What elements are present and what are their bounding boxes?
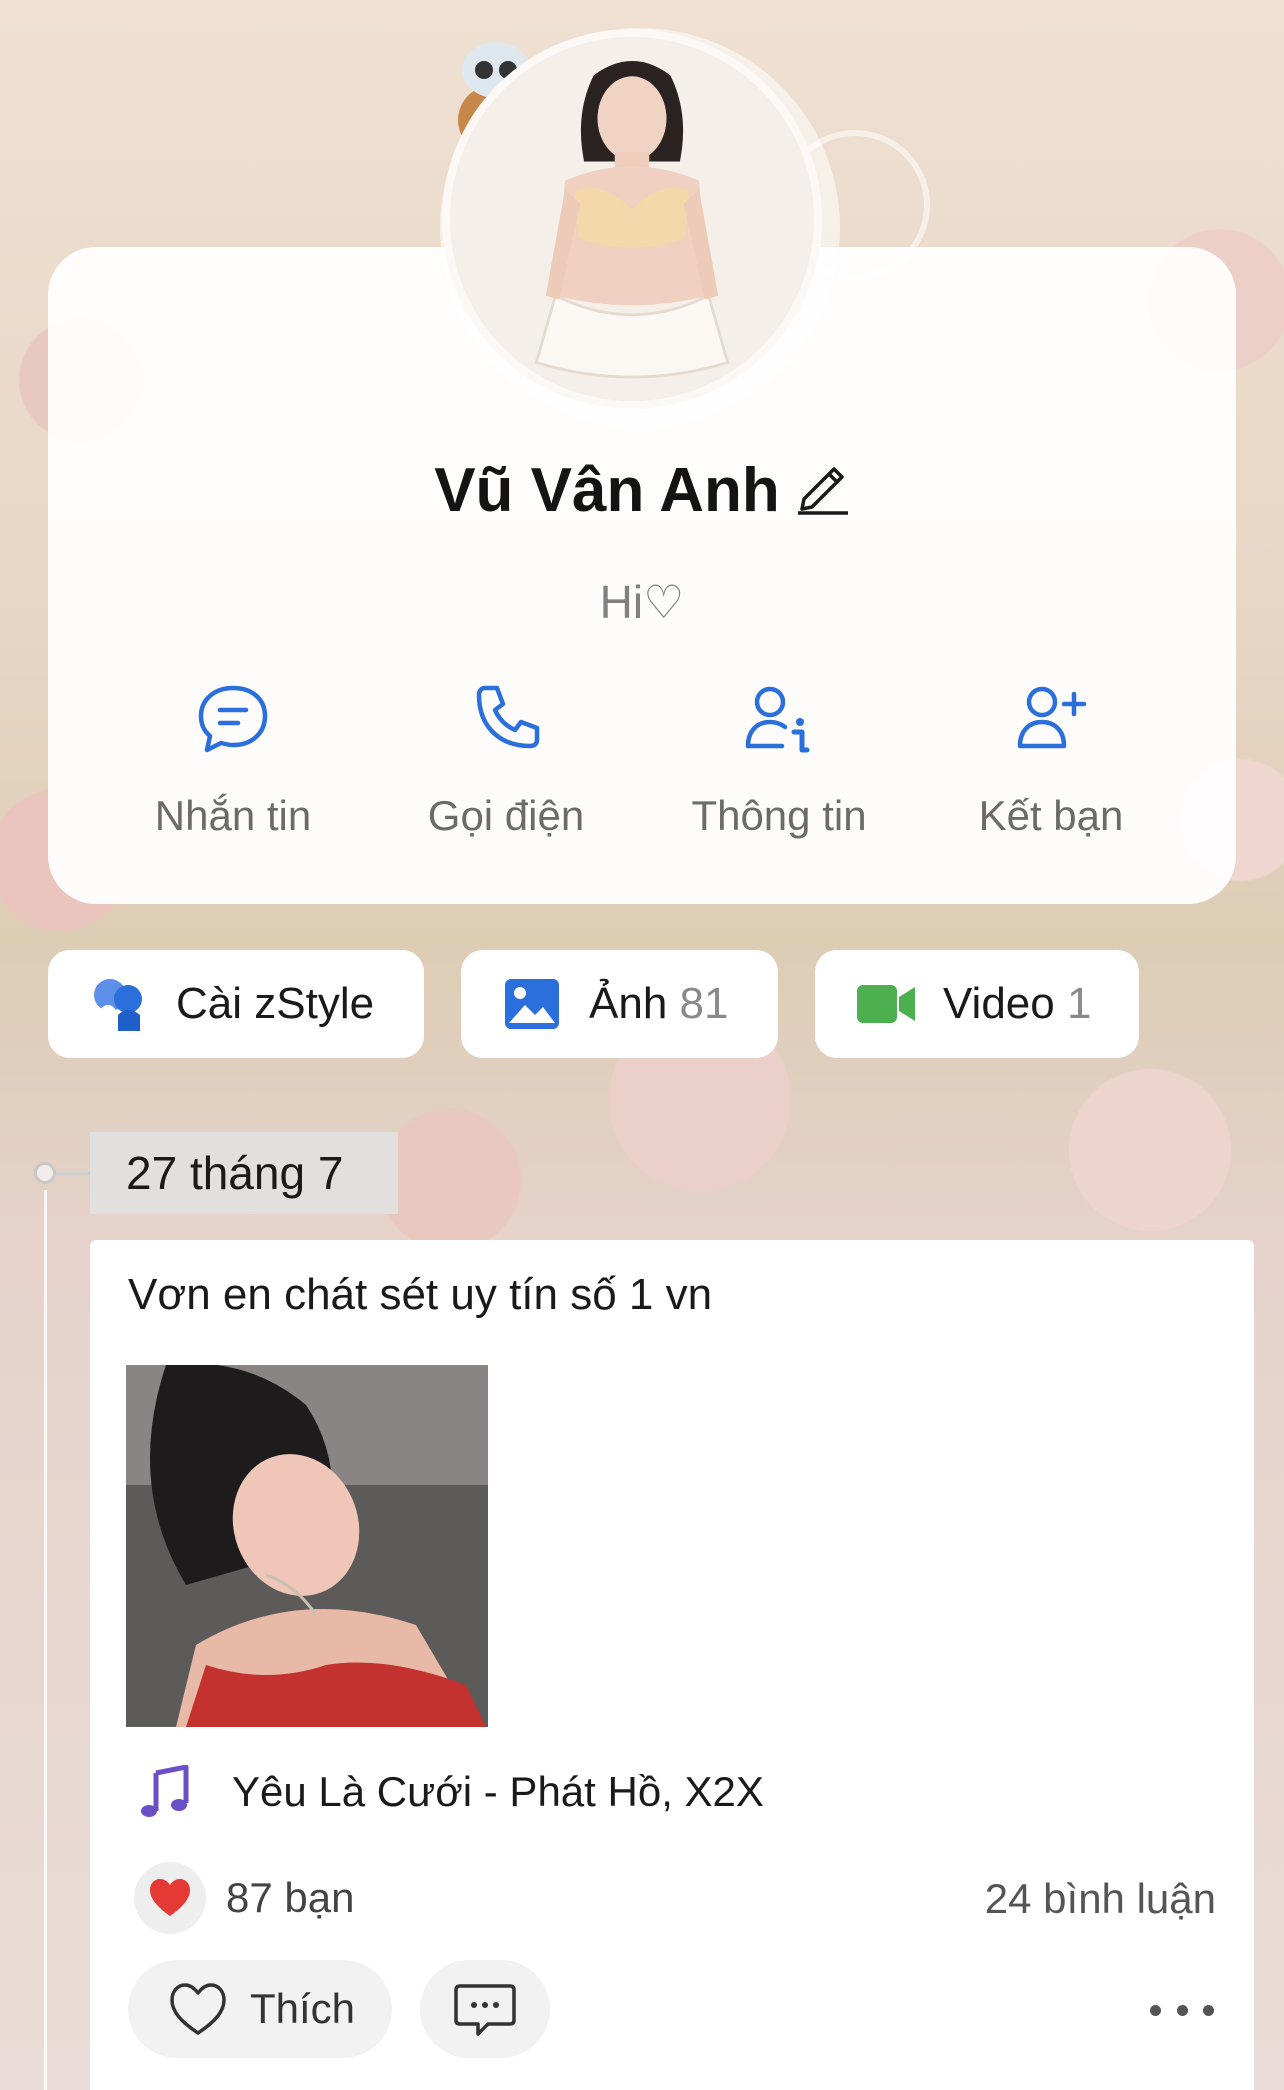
music-note-icon xyxy=(141,1765,189,1817)
like-button[interactable]: Thích xyxy=(128,1960,392,2058)
info-action-label: Thông tin xyxy=(691,792,867,839)
profile-bio: Hi♡ xyxy=(599,576,685,628)
reaction-heart xyxy=(134,1862,206,1934)
zstyle-label: Cài zStyle xyxy=(176,979,375,1028)
more-options-button[interactable] xyxy=(1150,1980,1214,2040)
zstyle-icon xyxy=(94,979,142,1031)
more-dot xyxy=(1176,2004,1188,2016)
message-action[interactable]: Nhắn tin xyxy=(108,680,358,860)
more-dot xyxy=(1203,2004,1214,2016)
chat-bubble-icon xyxy=(198,685,268,753)
timeline-dot xyxy=(34,1162,56,1184)
add-friend-action[interactable]: Kết bạn xyxy=(926,680,1176,860)
comment-button[interactable] xyxy=(420,1960,550,2058)
add-friend-action-label: Kết bạn xyxy=(978,792,1124,839)
comments-count[interactable]: 24 bình luận xyxy=(985,1875,1216,1923)
photos-count: 81 xyxy=(679,979,729,1028)
photo-gallery-icon xyxy=(505,979,559,1029)
timeline-connector xyxy=(56,1172,90,1175)
heart-icon xyxy=(150,1879,190,1916)
heart-outline-icon xyxy=(170,1983,226,2035)
post-photo-image xyxy=(126,1365,488,1727)
comment-icon xyxy=(454,1984,516,2036)
message-action-label: Nhắn tin xyxy=(154,792,312,839)
videos-count: 1 xyxy=(1066,979,1092,1028)
user-info-icon xyxy=(745,686,810,753)
profile-name: Vũ Vân Anh xyxy=(434,456,780,525)
call-action-label: Gọi điện xyxy=(427,792,585,839)
profile-actions: Nhắn tin Gọi điện Thông tin Kết bạn xyxy=(48,680,1236,860)
photos-label: Ảnh 81 xyxy=(589,979,729,1028)
like-label: Thích xyxy=(250,1985,356,2032)
info-action[interactable]: Thông tin xyxy=(654,680,904,860)
more-dot xyxy=(1150,2004,1161,2016)
post-reactions[interactable]: 87 bạn xyxy=(134,1862,354,1934)
call-action[interactable]: Gọi điện xyxy=(381,680,631,860)
reactions-count: 87 bạn xyxy=(226,1874,355,1921)
video-camera-icon xyxy=(857,985,915,1023)
timeline-date: 27 tháng 7 xyxy=(90,1132,398,1214)
phone-icon xyxy=(476,685,540,749)
music-title: Yêu Là Cưới - Phát Hồ, X2X xyxy=(232,1768,764,1815)
profile-avatar[interactable] xyxy=(442,29,822,409)
avatar-photo xyxy=(450,37,814,401)
videos-button[interactable]: Video 1 xyxy=(815,950,1139,1058)
zstyle-button[interactable]: Cài zStyle xyxy=(48,950,424,1058)
post-photo[interactable] xyxy=(126,1365,488,1727)
videos-label: Video 1 xyxy=(943,979,1092,1028)
photos-button[interactable]: Ảnh 81 xyxy=(461,950,778,1058)
post-music[interactable]: Yêu Là Cưới - Phát Hồ, X2X xyxy=(138,1765,764,1819)
post-card: Vơn en chát sét uy tín số 1 vn Yêu Là Cư… xyxy=(90,1240,1254,2090)
add-friend-icon xyxy=(1017,686,1087,749)
post-text: Vơn en chát sét uy tín số 1 vn xyxy=(128,1270,713,1319)
timeline-line xyxy=(44,1190,47,2090)
profile-name-row: Vũ Vân Anh xyxy=(0,455,1284,526)
edit-pencil-icon[interactable] xyxy=(794,455,850,515)
